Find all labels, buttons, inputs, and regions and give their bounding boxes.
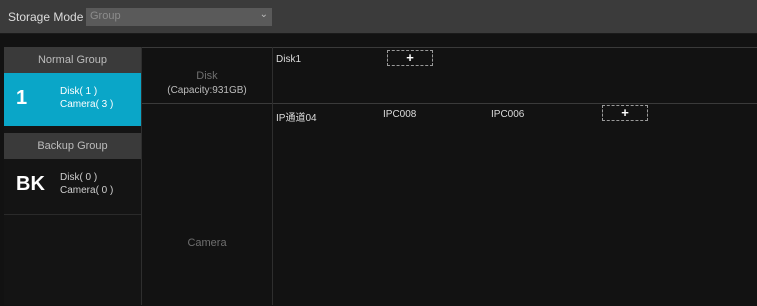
group-list-empty-area (4, 214, 141, 306)
group-list-panel: Normal Group 1 Disk( 1 ) Camera( 3 ) Bac… (4, 47, 142, 305)
add-camera-button[interactable]: + (602, 105, 648, 121)
divider (142, 47, 757, 48)
camera-entry[interactable]: IPC008 (383, 109, 416, 120)
group-number: BK (16, 173, 45, 195)
backup-group-header: Backup Group (4, 133, 141, 159)
group-item-bk[interactable]: BK Disk( 0 ) Camera( 0 ) (4, 159, 141, 212)
storage-mode-dropdown[interactable]: Group ⌄ (86, 8, 272, 26)
disk-capacity: (Capacity:931GB) (167, 85, 247, 96)
storage-mode-value: Group (90, 10, 121, 22)
group-camera-count: Camera( 3 ) (60, 99, 114, 110)
group-disk-count: Disk( 0 ) (60, 172, 98, 183)
normal-group-header: Normal Group (4, 47, 141, 73)
camera-entry[interactable]: IPC006 (491, 109, 524, 120)
group-info: Disk( 1 ) Camera( 3 ) (60, 85, 113, 111)
camera-entry[interactable]: IP通道04 (276, 109, 317, 124)
camera-column-label: Camera (187, 237, 227, 249)
disk-column-label: Disk (196, 70, 218, 82)
group-info: Disk( 0 ) Camera( 0 ) (60, 171, 113, 197)
group-item-1[interactable]: 1 Disk( 1 ) Camera( 3 ) (4, 73, 141, 126)
group-camera-count: Camera( 0 ) (60, 185, 114, 196)
storage-mode-label: Storage Mode (8, 10, 84, 24)
group-disk-count: Disk( 1 ) (60, 86, 98, 97)
add-disk-button[interactable]: + (387, 50, 433, 66)
group-number: 1 (16, 87, 28, 109)
divider (142, 103, 757, 104)
column-divider (272, 47, 273, 305)
disk-entry[interactable]: Disk1 (276, 54, 301, 65)
chevron-down-icon: ⌄ (259, 9, 268, 20)
storage-mode-bar: Storage Mode Group ⌄ (0, 0, 757, 34)
